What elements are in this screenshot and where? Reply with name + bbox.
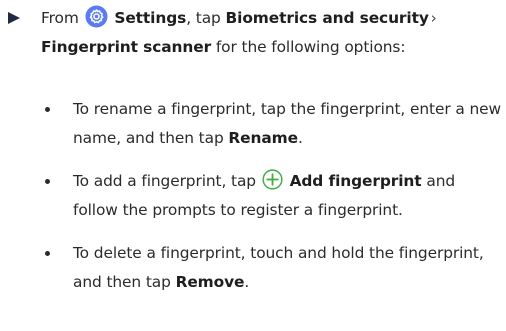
options-list: To rename a fingerprint, tap the fingerp… [41, 95, 503, 311]
option-delete: To delete a fingerprint, touch and hold … [41, 239, 503, 297]
plus-circle-icon [262, 169, 283, 190]
option-add: To add a fingerprint, tap Add fingerprin… [41, 167, 503, 225]
bullet-icon [45, 251, 50, 256]
add-text-before: To add a fingerprint, tap [73, 172, 256, 190]
delete-text: To delete a fingerprint, touch and hold … [73, 244, 484, 291]
settings-gear-icon [85, 5, 108, 28]
biometrics-label: Biometrics and security [225, 9, 429, 27]
rename-action: Rename [228, 129, 298, 147]
settings-label: Settings [114, 9, 187, 27]
add-action: Add fingerprint [289, 172, 422, 190]
rename-end: . [297, 129, 303, 147]
step-tap-text: , tap [186, 9, 221, 27]
step-from-text: From [41, 9, 79, 27]
chevron-right-icon: › [430, 9, 437, 27]
fingerprint-scanner-label: Fingerprint scanner [41, 38, 212, 56]
bullet-icon [45, 107, 50, 112]
delete-action: Remove [175, 273, 245, 291]
step-text: From Settings, tap Biometrics and securi… [41, 4, 501, 62]
step-options-text: for the following options: [215, 38, 406, 56]
bullet-icon [45, 179, 50, 184]
delete-end: . [244, 273, 250, 291]
option-rename: To rename a fingerprint, tap the fingerp… [41, 95, 503, 153]
triangle-bullet-icon [8, 12, 20, 24]
